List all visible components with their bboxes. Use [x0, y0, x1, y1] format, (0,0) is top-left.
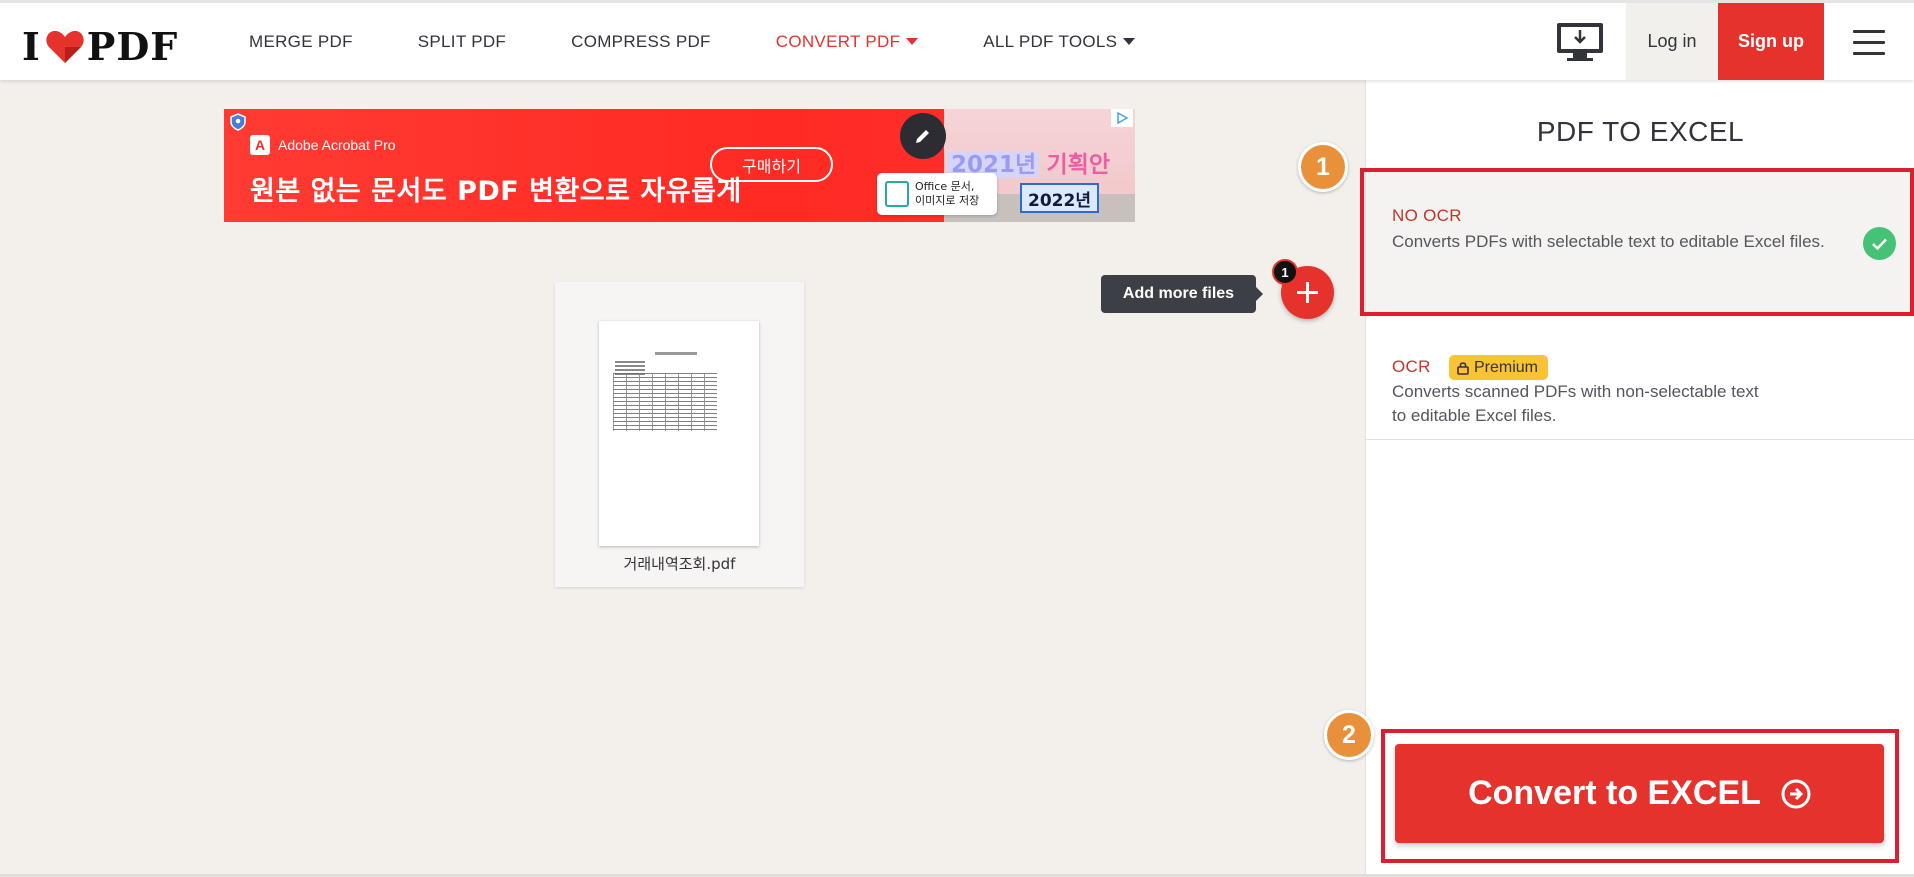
ad-buy-button[interactable]: 구매하기: [710, 147, 833, 182]
nav-label: ALL PDF TOOLS: [983, 31, 1118, 51]
ad-office-line1: Office 문서,: [915, 180, 975, 193]
signup-button[interactable]: Sign up: [1718, 3, 1824, 80]
heart-icon: [46, 30, 84, 63]
nav-label: COMPRESS PDF: [571, 31, 711, 51]
logo-text: PDF: [86, 24, 179, 69]
option-label: OCR: [1392, 357, 1431, 376]
caret-down-icon: [906, 37, 919, 45]
ad-year-b: 기획안: [1046, 152, 1110, 178]
document-icon: [885, 181, 909, 207]
nav-merge-pdf[interactable]: MERGE PDF: [249, 32, 353, 52]
step-badge-1: 1: [1298, 142, 1348, 192]
desktop-download-icon[interactable]: [1555, 21, 1605, 63]
lock-icon: [1457, 361, 1469, 375]
highlight-box-option: [1360, 168, 1914, 316]
file-card[interactable]: 거래내역조회.pdf: [555, 282, 804, 587]
nav-convert-pdf[interactable]: CONVERT PDF: [776, 32, 919, 52]
option-description: Converts scanned PDFs with non-selectabl…: [1392, 382, 1759, 425]
nav-all-pdf-tools[interactable]: ALL PDF TOOLS: [983, 31, 1136, 52]
ad-year-box: 2022년: [1020, 183, 1099, 213]
option-ocr[interactable]: OCR Premium Converts scanned PDFs with n…: [1366, 312, 1914, 440]
sidebar-title: PDF TO EXCEL: [1536, 116, 1745, 147]
ad-brand: A Adobe Acrobat Pro: [250, 135, 396, 155]
nav-compress-pdf[interactable]: COMPRESS PDF: [571, 32, 711, 52]
thumb-title: [655, 352, 697, 355]
caret-down-icon: [1123, 37, 1136, 45]
add-files-tooltip: Add more files: [1101, 275, 1263, 313]
ad-brand-text: Adobe Acrobat Pro: [278, 137, 396, 153]
highlight-box-convert: [1381, 729, 1899, 863]
acrobat-icon: A: [250, 135, 270, 155]
premium-label: Premium: [1474, 358, 1539, 376]
ilovepdf-logo[interactable]: I PDF: [22, 24, 178, 69]
adchoices-icon[interactable]: [1111, 109, 1133, 127]
pdf-thumbnail: [599, 321, 759, 546]
main-nav: MERGE PDF SPLIT PDF COMPRESS PDF CONVERT…: [249, 3, 1200, 80]
logo-letter: I: [22, 24, 41, 69]
nav-split-pdf[interactable]: SPLIT PDF: [418, 32, 506, 52]
step-badge-2: 2: [1324, 710, 1374, 760]
ad-office-line2: 이미지로 저장: [915, 194, 980, 207]
ad-banner[interactable]: A Adobe Acrobat Pro 원본 없는 문서도 PDF 변환으로 자…: [224, 109, 1135, 222]
file-name: 거래내역조회.pdf: [623, 555, 736, 573]
pencil-icon: [900, 113, 946, 159]
login-button[interactable]: Log in: [1626, 3, 1718, 80]
file-count-badge: 1: [1272, 259, 1298, 285]
thumb-table: [613, 373, 717, 431]
ad-office-card: Office 문서, 이미지로 저장: [877, 173, 997, 215]
nav-label: SPLIT PDF: [417, 31, 507, 51]
hamburger-menu-icon[interactable]: [1853, 30, 1885, 56]
shield-icon: [230, 113, 246, 131]
top-header: I PDF MERGE PDF SPLIT PDF COMPRESS PDF C…: [0, 0, 1914, 80]
nav-label: CONVERT PDF: [775, 31, 901, 51]
ad-headline: 원본 없는 문서도 PDF 변환으로 자유롭게: [250, 176, 742, 207]
premium-badge: Premium: [1449, 355, 1549, 380]
nav-label: MERGE PDF: [249, 31, 353, 51]
